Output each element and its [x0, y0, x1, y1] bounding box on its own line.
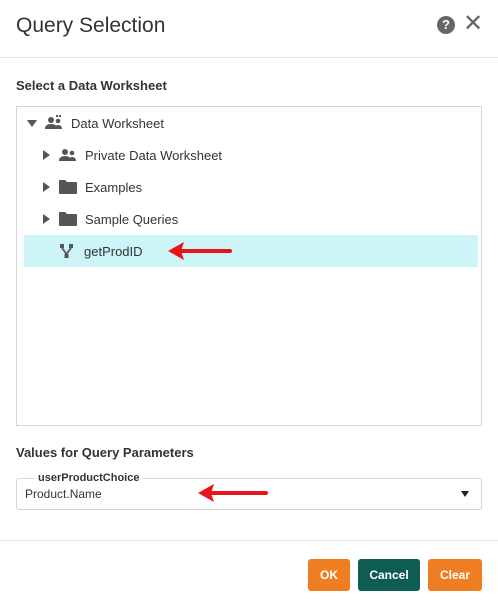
tree-node-getprodid[interactable]: getProdID — [24, 235, 478, 267]
worksheet-tree[interactable]: Data Worksheet Private Data Worksheet Ex… — [16, 106, 482, 426]
dialog-header: Query Selection ? ✕ — [0, 0, 498, 58]
tree-node-data-worksheet[interactable]: Data Worksheet — [27, 107, 467, 139]
tree-node-private-data-worksheet[interactable]: Private Data Worksheet — [41, 139, 467, 171]
red-arrow-annotation-icon — [168, 242, 232, 260]
cancel-button[interactable]: Cancel — [358, 559, 420, 591]
folder-icon — [59, 211, 77, 227]
tree-node-examples[interactable]: Examples — [41, 171, 467, 203]
tree-node-label: Sample Queries — [85, 211, 179, 227]
dialog-title: Query Selection — [16, 14, 166, 37]
worksheet-section-label: Select a Data Worksheet — [16, 78, 167, 93]
tree-node-label: Examples — [85, 179, 143, 195]
param-field-legend: userProductChoice — [34, 472, 144, 484]
dialog-footer: OK Cancel Clear — [0, 540, 498, 604]
params-section-label: Values for Query Parameters — [16, 445, 194, 460]
users-icon — [59, 147, 77, 163]
folder-icon — [59, 179, 77, 195]
shared-users-icon — [45, 115, 63, 131]
collapsed-triangle-icon[interactable] — [41, 214, 51, 224]
query-branch-icon — [58, 243, 76, 259]
query-selection-dialog: Query Selection ? ✕ Select a Data Worksh… — [0, 0, 498, 604]
tree-node-sample-queries[interactable]: Sample Queries — [41, 203, 467, 235]
expanded-triangle-icon[interactable] — [27, 118, 37, 128]
question-circle-icon[interactable]: ? — [437, 16, 455, 34]
red-arrow-annotation-icon — [198, 484, 268, 502]
param-value: Product.Name — [25, 487, 102, 501]
tree-node-label: Private Data Worksheet — [85, 147, 223, 163]
close-icon[interactable]: ✕ — [463, 12, 483, 36]
tree-node-label: getProdID — [84, 243, 143, 259]
clear-button[interactable]: Clear — [428, 559, 482, 591]
collapsed-triangle-icon[interactable] — [41, 182, 51, 192]
collapsed-triangle-icon[interactable] — [41, 150, 51, 160]
chevron-down-icon[interactable] — [461, 491, 469, 497]
tree-node-label: Data Worksheet — [71, 115, 164, 131]
ok-button[interactable]: OK — [308, 559, 350, 591]
